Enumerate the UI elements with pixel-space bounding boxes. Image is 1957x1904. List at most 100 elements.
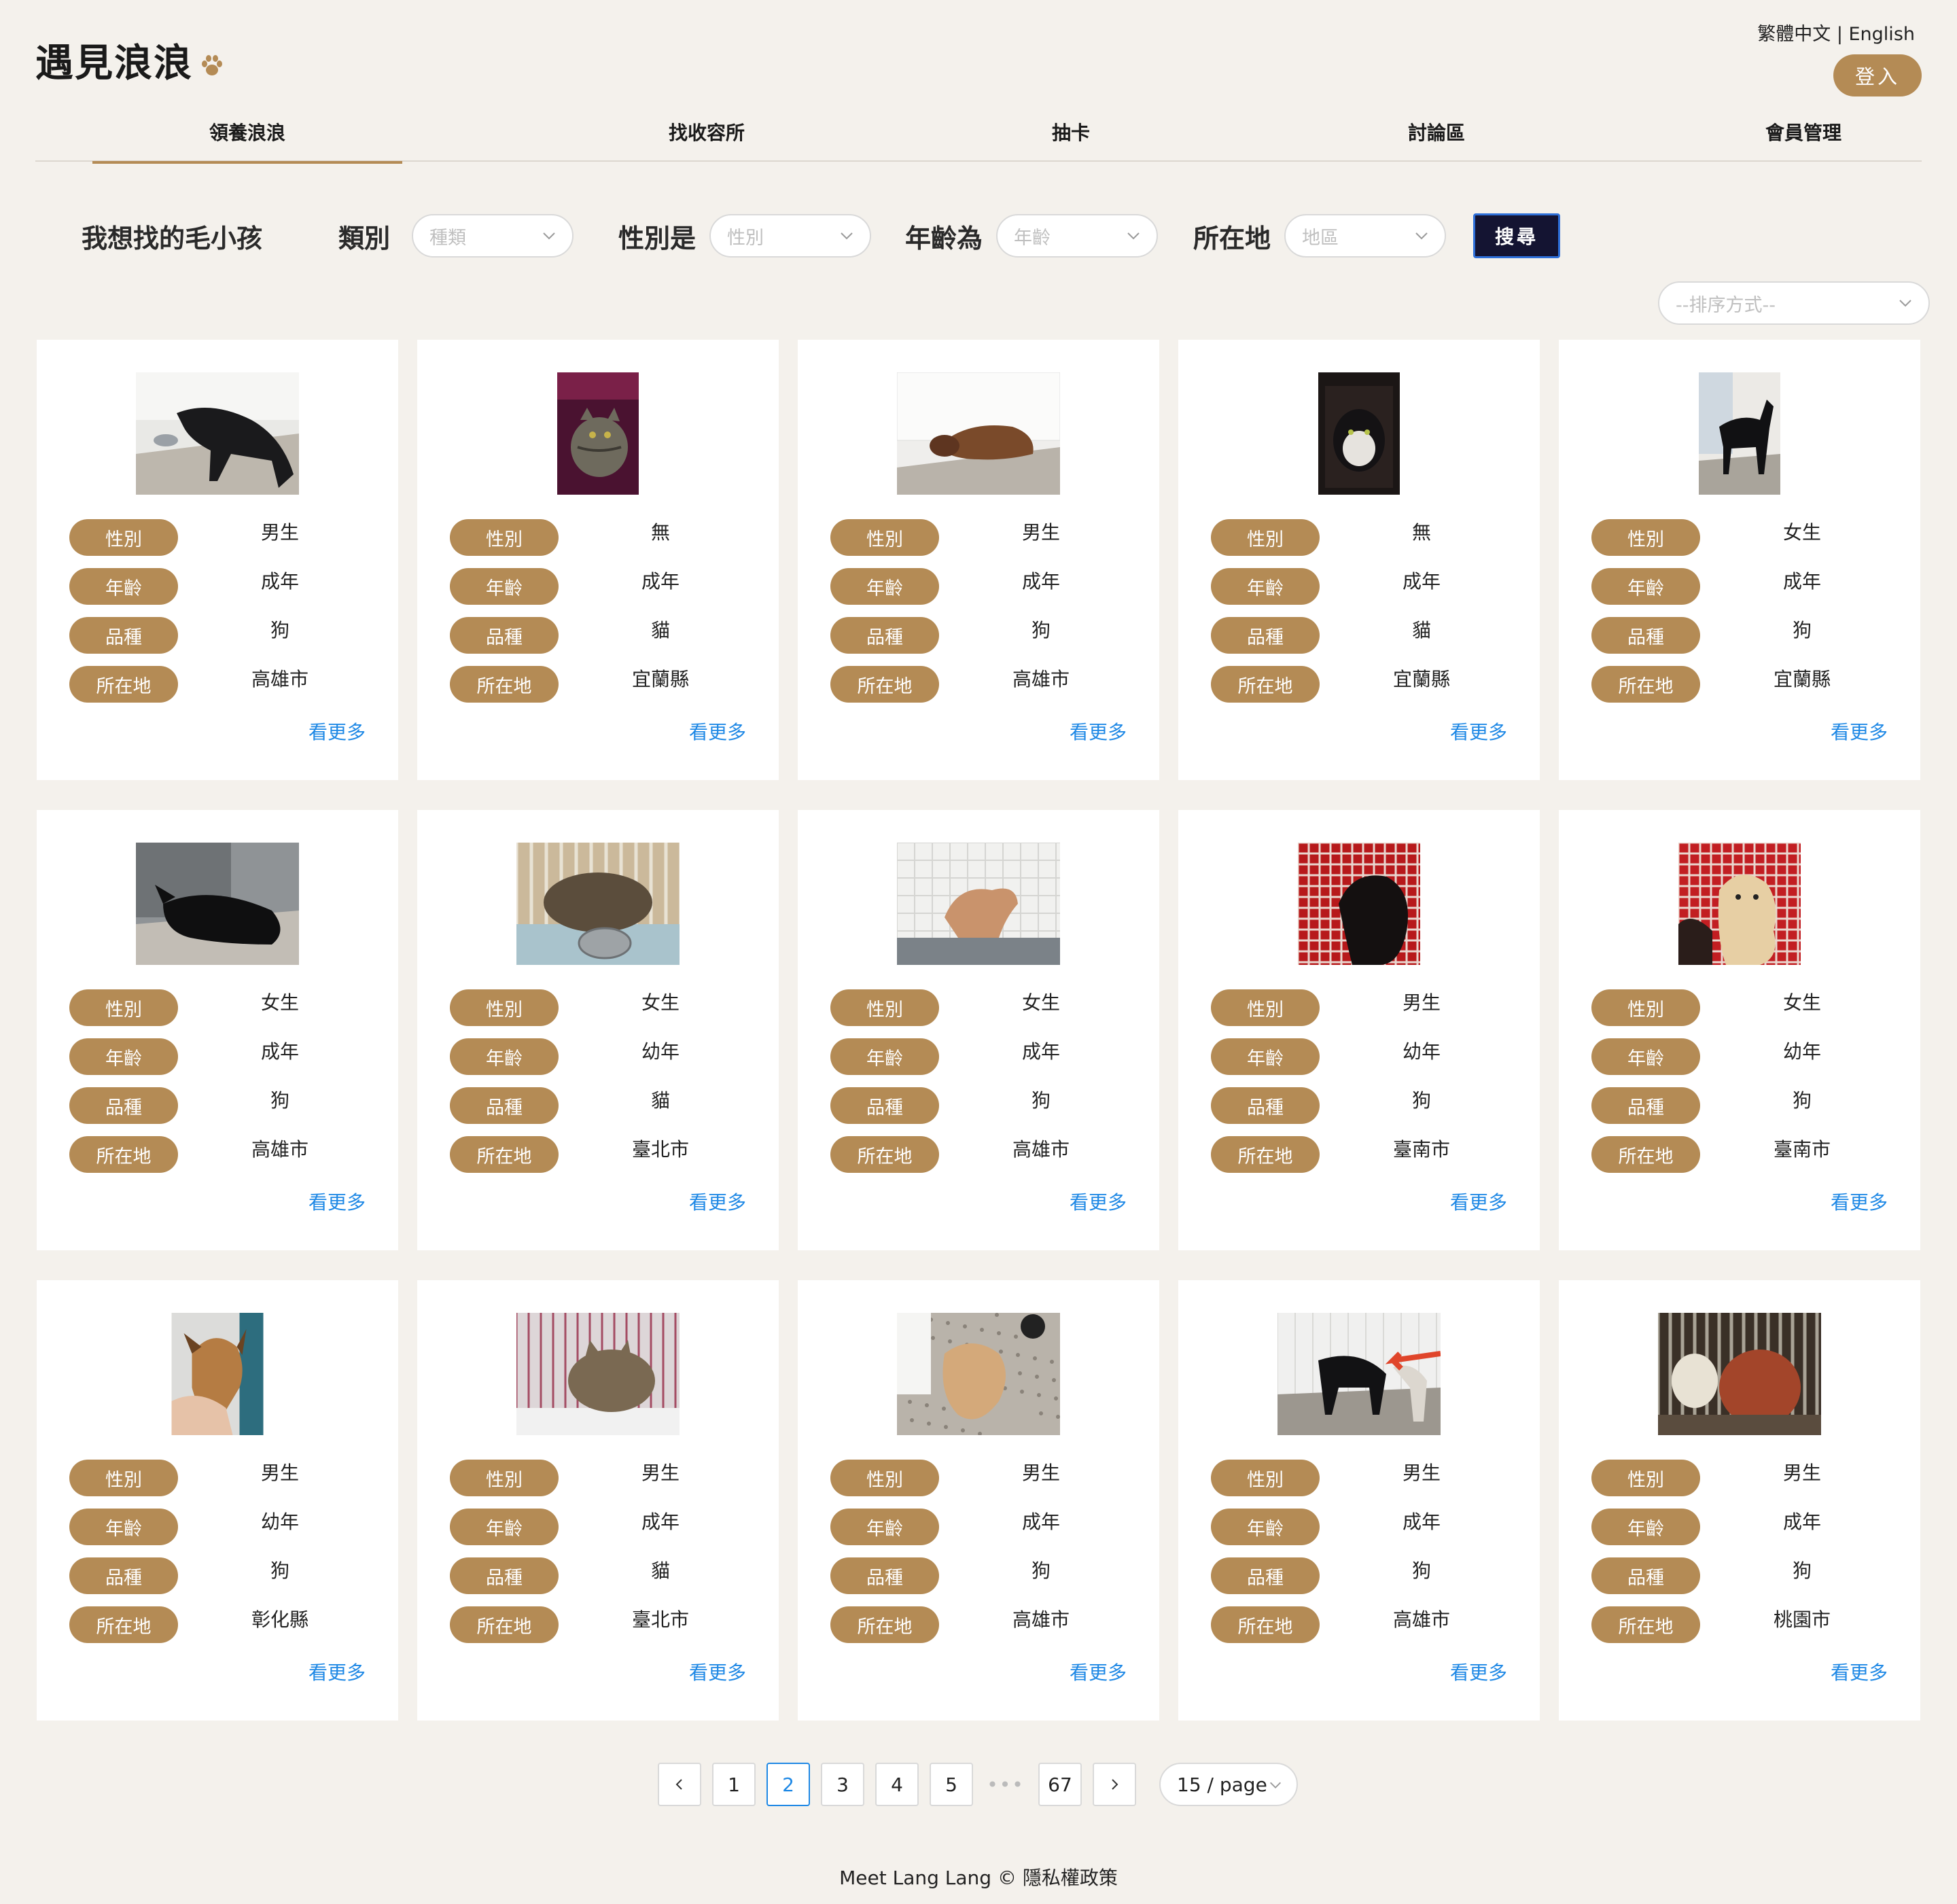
page-1[interactable]: 1 bbox=[712, 1763, 756, 1806]
see-more-link[interactable]: 看更多 bbox=[1070, 1188, 1127, 1215]
pet-photo[interactable] bbox=[171, 1313, 264, 1435]
lang-en[interactable]: English bbox=[1849, 24, 1916, 45]
location-row: 所在地 高雄市 bbox=[830, 1136, 1129, 1173]
page-4[interactable]: 4 bbox=[875, 1763, 919, 1806]
age-select[interactable]: 年齡 bbox=[996, 214, 1158, 258]
breed-label: 品種 bbox=[450, 617, 559, 654]
gender-row: 性別 男生 bbox=[830, 519, 1129, 556]
gender-value: 男生 bbox=[1402, 991, 1441, 1014]
page-2[interactable]: 2 bbox=[766, 1763, 810, 1806]
see-more-link[interactable]: 看更多 bbox=[1450, 1188, 1507, 1215]
age-row: 年齡 成年 bbox=[450, 568, 749, 605]
pet-card[interactable]: 性別 無年齡 成年 品種 貓所在地 宜蘭縣 看更多 bbox=[1178, 340, 1540, 780]
gender-value: 男生 bbox=[641, 1462, 680, 1484]
pet-card[interactable]: 性別 男生 年齡 成年 品種 狗所在地 高雄市 看更多 bbox=[1178, 1280, 1540, 1721]
pet-card[interactable]: 性別 男生 年齡 成年 品種 狗所在地 桃園市 看更多 bbox=[1559, 1280, 1920, 1721]
pet-photo[interactable] bbox=[897, 843, 1060, 965]
see-more-link[interactable]: 看更多 bbox=[1831, 1188, 1888, 1215]
pet-card[interactable]: 性別 男生 年齡 幼年 品種 狗所在地 臺南市 看更多 bbox=[1178, 810, 1540, 1250]
pet-photo[interactable] bbox=[557, 372, 639, 495]
breed-value: 狗 bbox=[1411, 1559, 1431, 1582]
lang-zh[interactable]: 繁體中文 bbox=[1757, 24, 1831, 45]
page-67[interactable]: 67 bbox=[1038, 1763, 1082, 1806]
gender-select[interactable]: 性別 bbox=[709, 214, 871, 258]
pet-photo[interactable] bbox=[1298, 843, 1420, 965]
tab-draw-card[interactable]: 抽卡 bbox=[916, 102, 1226, 162]
see-more-link[interactable]: 看更多 bbox=[308, 1658, 366, 1685]
pet-card[interactable]: 性別 男生 年齡 幼年 品種 狗所在地 彰化縣 看更多 bbox=[37, 1280, 398, 1721]
chevron-down-icon bbox=[543, 232, 555, 240]
gender-label: 性別 bbox=[830, 989, 939, 1026]
type-select[interactable]: 種類 bbox=[412, 214, 574, 258]
see-more-link[interactable]: 看更多 bbox=[1070, 1658, 1127, 1685]
see-more-link[interactable]: 看更多 bbox=[689, 718, 746, 745]
see-more-link[interactable]: 看更多 bbox=[1450, 1658, 1507, 1685]
pet-photo[interactable] bbox=[1658, 1313, 1821, 1435]
pet-card[interactable]: 性別 女生 年齡 幼年 品種 狗所在地 臺南市 看更多 bbox=[1559, 810, 1920, 1250]
gender-label: 性別 bbox=[69, 989, 178, 1026]
tab-adopt[interactable]: 領養浪浪 bbox=[92, 102, 402, 164]
see-more-link[interactable]: 看更多 bbox=[1070, 718, 1127, 745]
pet-card[interactable]: 性別 女生 年齡 成年 品種 狗所在地 宜蘭縣 看更多 bbox=[1559, 340, 1920, 780]
chevron-right-icon bbox=[1112, 1779, 1118, 1790]
see-more-link[interactable]: 看更多 bbox=[1450, 718, 1507, 745]
pet-photo[interactable] bbox=[516, 1313, 680, 1435]
pet-photo[interactable] bbox=[1678, 843, 1801, 965]
see-more-link[interactable]: 看更多 bbox=[308, 718, 366, 745]
page-5[interactable]: 5 bbox=[930, 1763, 973, 1806]
pet-card[interactable]: 性別 男生 年齡 成年 品種 狗所在地 高雄市 看更多 bbox=[798, 1280, 1159, 1721]
sort-select[interactable]: --排序方式-- bbox=[1658, 281, 1930, 325]
prev-page-button[interactable] bbox=[658, 1763, 701, 1806]
pet-card[interactable]: 性別 女生 年齡 成年 品種 狗所在地 高雄市 看更多 bbox=[798, 810, 1159, 1250]
pet-card[interactable]: 性別 無年齡 成年 品種 貓所在地 宜蘭縣 看更多 bbox=[417, 340, 779, 780]
privacy-policy-link[interactable]: 隱私權政策 bbox=[1023, 1867, 1118, 1889]
location-value: 宜蘭縣 bbox=[1773, 668, 1831, 690]
pet-photo[interactable] bbox=[897, 1313, 1060, 1435]
pet-photo[interactable] bbox=[136, 843, 299, 965]
pet-card[interactable]: 性別 男生 年齡 成年 品種 狗所在地 高雄市 看更多 bbox=[37, 340, 398, 780]
site-title[interactable]: 遇見浪浪 bbox=[35, 33, 193, 88]
next-page-button[interactable] bbox=[1093, 1763, 1136, 1806]
see-more-link[interactable]: 看更多 bbox=[689, 1658, 746, 1685]
breed-row: 品種 貓 bbox=[450, 1557, 749, 1594]
pet-photo[interactable] bbox=[897, 372, 1060, 495]
page-3[interactable]: 3 bbox=[821, 1763, 864, 1806]
pet-photo[interactable] bbox=[1699, 372, 1780, 495]
location-value: 高雄市 bbox=[1012, 1138, 1070, 1161]
pet-card[interactable]: 性別 男生 年齡 成年 品種 貓所在地 臺北市 看更多 bbox=[417, 1280, 779, 1721]
pet-card[interactable]: 性別 女生 年齡 成年 品種 狗所在地 高雄市 看更多 bbox=[37, 810, 398, 1250]
see-more-link[interactable]: 看更多 bbox=[1831, 718, 1888, 745]
see-more-link[interactable]: 看更多 bbox=[308, 1188, 366, 1215]
pet-card[interactable]: 性別 女生 年齡 幼年 品種 貓所在地 臺北市 看更多 bbox=[417, 810, 779, 1250]
location-row: 所在地 臺南市 bbox=[1211, 1136, 1510, 1173]
tab-forum[interactable]: 討論區 bbox=[1282, 102, 1591, 162]
brand[interactable]: 遇見浪浪 bbox=[35, 33, 224, 88]
login-button[interactable]: 登入 bbox=[1833, 54, 1922, 96]
age-value: 成年 bbox=[260, 1040, 299, 1063]
page-size-select[interactable]: 15 / page bbox=[1159, 1763, 1298, 1806]
pet-photo[interactable] bbox=[1318, 372, 1400, 495]
tab-shelters[interactable]: 找收容所 bbox=[552, 102, 862, 162]
breed-value: 貓 bbox=[650, 1559, 670, 1582]
see-more-link[interactable]: 看更多 bbox=[689, 1188, 746, 1215]
gender-row: 性別 男生 bbox=[69, 1460, 368, 1496]
age-row: 年齡 幼年 bbox=[1211, 1038, 1510, 1075]
gender-label: 性別 bbox=[1591, 1460, 1700, 1496]
tab-member[interactable]: 會員管理 bbox=[1649, 102, 1957, 162]
page-ellipsis[interactable]: ••• bbox=[984, 1763, 1027, 1806]
see-more-link[interactable]: 看更多 bbox=[1831, 1658, 1888, 1685]
location-label: 所在地 bbox=[450, 1606, 559, 1643]
age-label: 年齡 bbox=[1591, 1509, 1700, 1545]
location-select[interactable]: 地區 bbox=[1284, 214, 1446, 258]
location-value: 高雄市 bbox=[1012, 668, 1070, 690]
page-size-value: 15 / page bbox=[1177, 1773, 1267, 1796]
age-value: 成年 bbox=[641, 1511, 680, 1533]
pet-photo[interactable] bbox=[1277, 1313, 1441, 1435]
pet-photo[interactable] bbox=[516, 843, 680, 965]
age-row: 年齡 成年 bbox=[1211, 568, 1510, 605]
breed-row: 品種 狗 bbox=[69, 617, 368, 654]
breed-row: 品種 貓 bbox=[1211, 617, 1510, 654]
search-button[interactable]: 搜尋 bbox=[1473, 213, 1560, 258]
pet-photo[interactable] bbox=[136, 372, 299, 495]
pet-card[interactable]: 性別 男生 年齡 成年 品種 狗所在地 高雄市 看更多 bbox=[798, 340, 1159, 780]
